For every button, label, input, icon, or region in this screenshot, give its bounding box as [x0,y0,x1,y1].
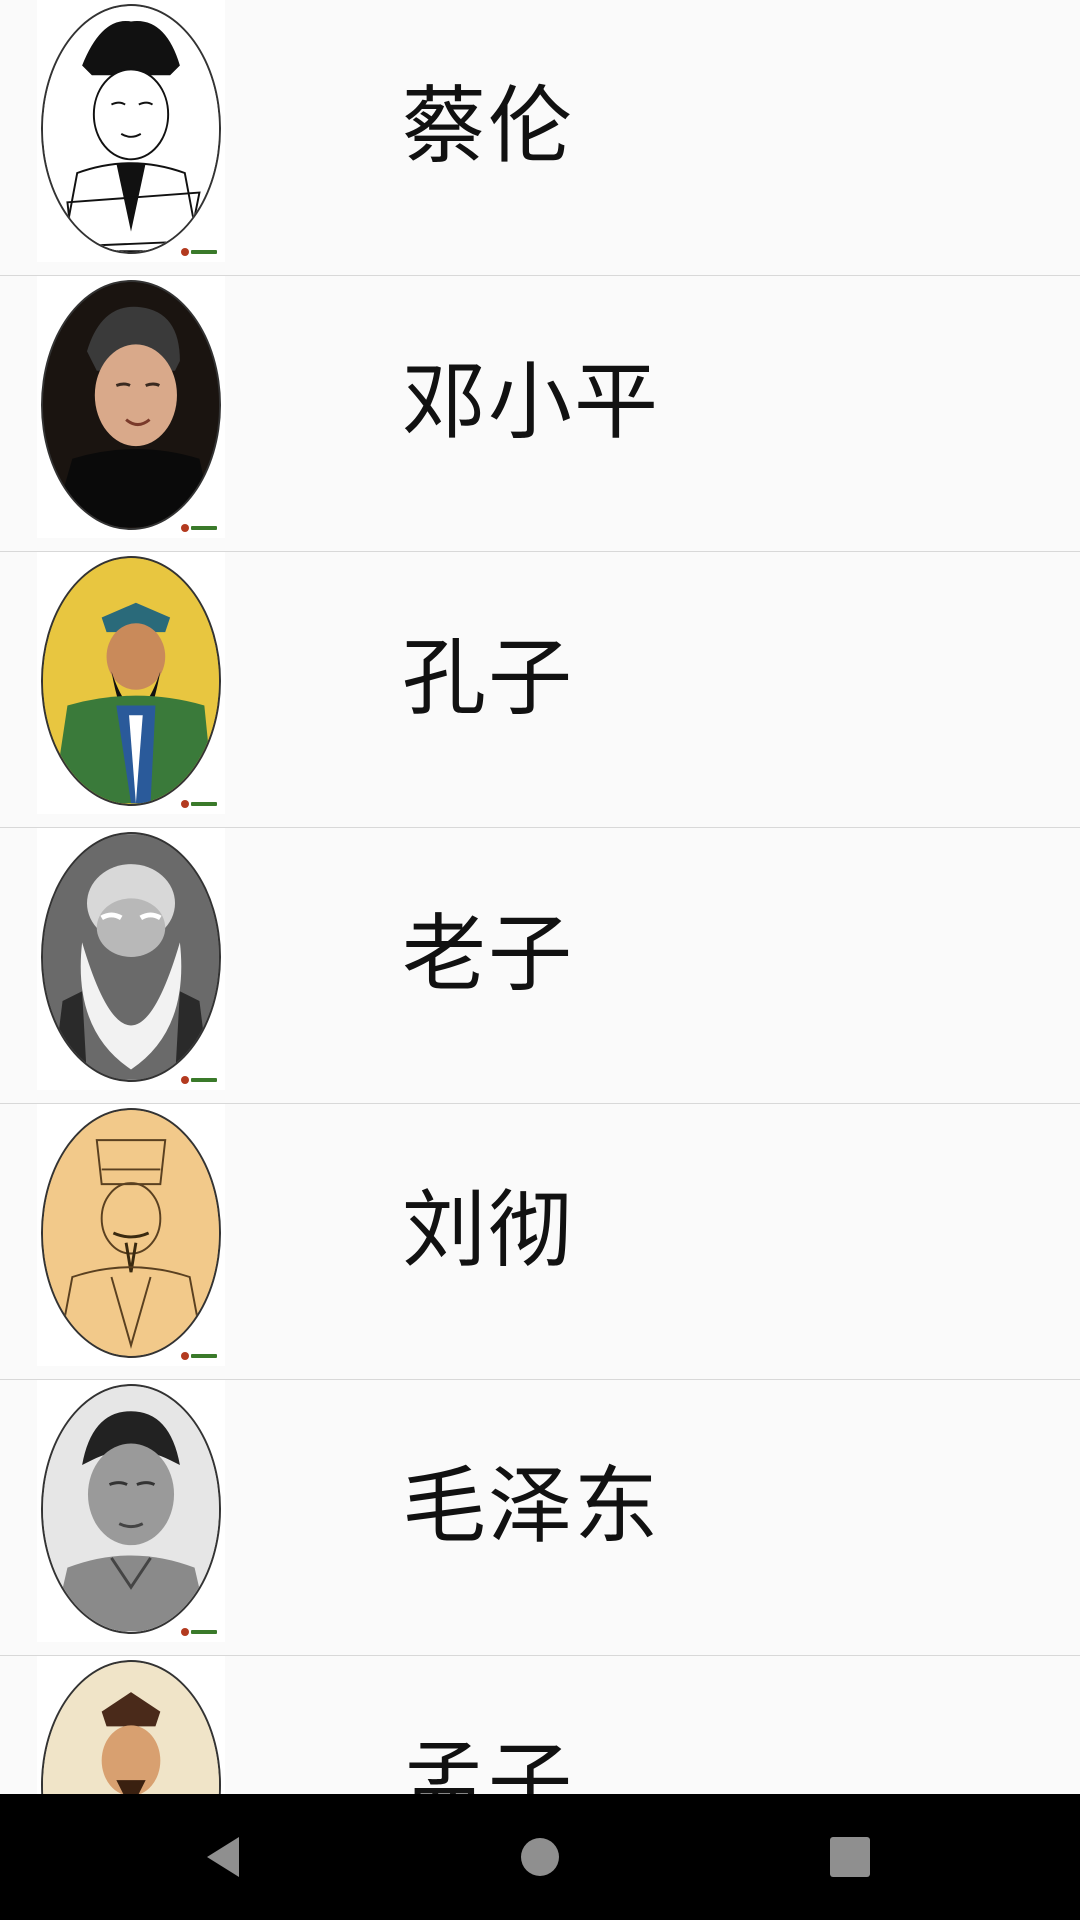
list-item[interactable]: 刘彻 [0,1104,1080,1380]
person-name: 蔡伦 [402,77,575,175]
confucius-portrait-icon [43,558,219,804]
laozi-portrait-icon [43,834,219,1080]
recents-square-icon[interactable] [820,1827,880,1887]
portrait-image [37,1380,225,1642]
portrait-image [37,552,225,814]
cai-lun-portrait-icon [43,6,219,252]
portrait-image [37,0,225,262]
app-screen: 蔡伦 邓小平 孔子 老子 刘彻 毛泽东 孟子 [0,0,1080,1920]
deng-xiaoping-portrait-icon [43,282,219,528]
list-item[interactable]: 孟子 [0,1656,1080,1794]
watermark-stamp [181,800,217,808]
watermark-stamp [181,524,217,532]
list-item[interactable]: 毛泽东 [0,1380,1080,1656]
portrait-image [37,1104,225,1366]
mao-zedong-portrait-icon [43,1386,219,1632]
list-item[interactable]: 邓小平 [0,276,1080,552]
portrait-image [37,828,225,1090]
watermark-stamp [181,1628,217,1636]
person-list[interactable]: 蔡伦 邓小平 孔子 老子 刘彻 毛泽东 孟子 [0,0,1080,1794]
portrait-image [37,1656,225,1794]
watermark-stamp [181,1076,217,1084]
person-name: 孔子 [402,629,575,727]
watermark-stamp [181,248,217,256]
person-name: 老子 [402,905,575,1003]
watermark-stamp [181,1352,217,1360]
home-circle-icon[interactable] [510,1827,570,1887]
person-name: 毛泽东 [402,1457,661,1555]
person-name: 孟子 [402,1733,575,1794]
person-name: 邓小平 [402,353,661,451]
mencius-portrait-icon [43,1662,219,1794]
liu-che-portrait-icon [43,1110,219,1356]
portrait-image [37,276,225,538]
list-item[interactable]: 蔡伦 [0,0,1080,276]
system-navigation-bar [0,1794,1080,1920]
list-item[interactable]: 老子 [0,828,1080,1104]
list-item[interactable]: 孔子 [0,552,1080,828]
person-name: 刘彻 [402,1181,575,1279]
back-triangle-icon[interactable] [195,1827,255,1887]
